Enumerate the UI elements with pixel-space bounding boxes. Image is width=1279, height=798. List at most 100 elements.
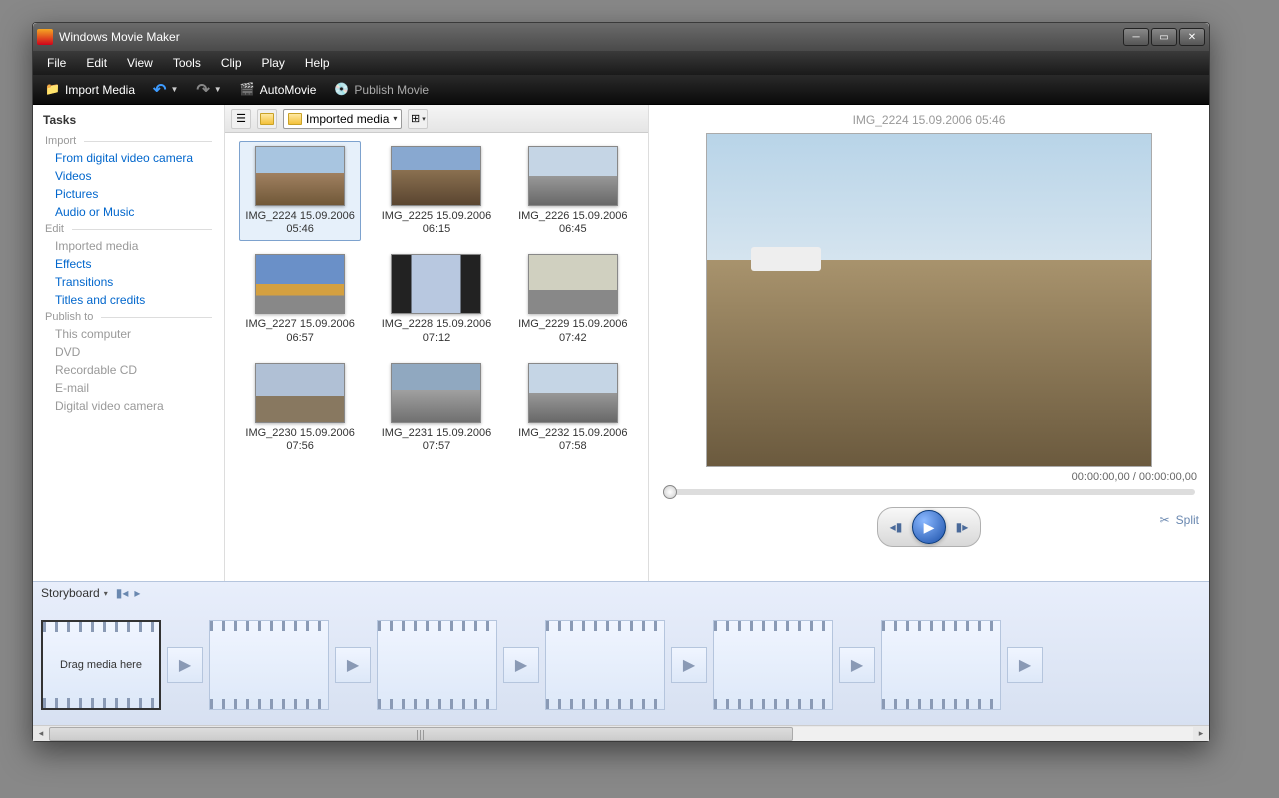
storyboard-clip-slot[interactable]: [881, 620, 1001, 710]
maximize-button[interactable]: ▭: [1151, 28, 1177, 46]
view-details-button[interactable]: ☰: [231, 109, 251, 129]
thumbnail-label: IMG_2227 15.09.2006 06:57: [245, 318, 355, 344]
thumbnail-item[interactable]: IMG_2232 15.09.2006 07:58: [512, 358, 634, 458]
thumbnail-item[interactable]: IMG_2224 15.09.2006 05:46: [239, 141, 361, 241]
app-title: Windows Movie Maker: [59, 30, 1123, 44]
menu-view[interactable]: View: [119, 54, 161, 72]
storyboard-clip-slot[interactable]: Drag media here: [41, 620, 161, 710]
menu-clip[interactable]: Clip: [213, 54, 250, 72]
split-button[interactable]: ✂ Split: [1158, 513, 1199, 527]
storyboard-transition-slot[interactable]: ▶: [335, 647, 371, 683]
play-button[interactable]: ▶: [912, 510, 946, 544]
preview-ground: [707, 260, 1151, 466]
thumbnail-image: [528, 363, 618, 423]
task-link-transitions[interactable]: Transitions: [33, 273, 224, 291]
split-label: Split: [1176, 513, 1199, 527]
import-media-label: Import Media: [65, 83, 135, 97]
thumbnail-image: [391, 254, 481, 314]
minimize-button[interactable]: ─: [1123, 28, 1149, 46]
task-link-e-mail: E-mail: [33, 379, 224, 397]
collection-panel: ☰ Imported media ▾ ⊞▾ IMG_2224 15.09.200…: [225, 105, 649, 581]
task-link-from-digital-video-camera[interactable]: From digital video camera: [33, 149, 224, 167]
task-link-pictures[interactable]: Pictures: [33, 185, 224, 203]
seek-thumb[interactable]: [663, 485, 677, 499]
menu-tools[interactable]: Tools: [165, 54, 209, 72]
redo-icon: ↷: [196, 80, 209, 100]
preview-video[interactable]: [706, 133, 1152, 467]
storyboard-transition-slot[interactable]: ▶: [1007, 647, 1043, 683]
storyboard-transition-slot[interactable]: ▶: [839, 647, 875, 683]
thumbnail-item[interactable]: IMG_2227 15.09.2006 06:57: [239, 249, 361, 349]
toolbar: 📁 Import Media ↶▼ ↷▼ 🎬 AutoMovie 💿 Publi…: [33, 75, 1209, 105]
menu-play[interactable]: Play: [254, 54, 293, 72]
folder-icon: [288, 113, 302, 125]
collection-dropdown[interactable]: Imported media ▾: [283, 109, 402, 129]
scroll-left-button[interactable]: ◂: [33, 727, 49, 741]
scroll-right-button[interactable]: ▸: [1193, 727, 1209, 741]
split-icon: ✂: [1158, 513, 1172, 527]
task-link-imported-media: Imported media: [33, 237, 224, 255]
task-link-videos[interactable]: Videos: [33, 167, 224, 185]
chevron-down-icon: ▾: [104, 589, 108, 598]
thumbnail-item[interactable]: IMG_2225 15.09.2006 06:15: [375, 141, 497, 241]
preview-object: [751, 247, 821, 271]
storyboard-transition-slot[interactable]: ▶: [167, 647, 203, 683]
thumbnail-item[interactable]: IMG_2226 15.09.2006 06:45: [512, 141, 634, 241]
scroll-thumb[interactable]: [49, 727, 793, 741]
storyboard-clip-slot[interactable]: [209, 620, 329, 710]
storyboard-track[interactable]: Drag media here▶▶▶▶▶▶: [33, 604, 1209, 725]
menu-edit[interactable]: Edit: [78, 54, 115, 72]
thumbnail-item[interactable]: IMG_2228 15.09.2006 07:12: [375, 249, 497, 349]
thumbnail-image: [528, 254, 618, 314]
storyboard-rewind-button[interactable]: ▮◂: [116, 586, 129, 600]
storyboard-nav: ▮◂ ▸: [116, 586, 141, 600]
storyboard-transition-slot[interactable]: ▶: [671, 647, 707, 683]
app-window: Windows Movie Maker ─ ▭ ✕ FileEditViewTo…: [32, 22, 1210, 742]
close-button[interactable]: ✕: [1179, 28, 1205, 46]
titlebar: Windows Movie Maker ─ ▭ ✕: [33, 23, 1209, 51]
publish-movie-label: Publish Movie: [354, 83, 429, 97]
storyboard-clip-slot[interactable]: [713, 620, 833, 710]
thumbnail-label: IMG_2225 15.09.2006 06:15: [381, 210, 491, 236]
chevron-down-icon: ▾: [393, 114, 397, 123]
storyboard-view-dropdown[interactable]: Storyboard ▾: [41, 586, 108, 600]
storyboard-clip-slot[interactable]: [545, 620, 665, 710]
scroll-grip: [417, 730, 425, 740]
undo-icon: ↶: [153, 80, 166, 100]
scroll-track[interactable]: [49, 727, 1193, 741]
redo-button[interactable]: ↷▼: [190, 78, 227, 102]
storyboard-play-button[interactable]: ▸: [134, 586, 140, 600]
publish-movie-button[interactable]: 💿 Publish Movie: [328, 80, 435, 100]
thumbnails-scroll[interactable]: IMG_2224 15.09.2006 05:46 IMG_2225 15.09.…: [225, 133, 648, 581]
collection-toolbar: ☰ Imported media ▾ ⊞▾: [225, 105, 648, 133]
thumbnail-item[interactable]: IMG_2229 15.09.2006 07:42: [512, 249, 634, 349]
task-link-digital-video-camera: Digital video camera: [33, 397, 224, 415]
thumbnail-label: IMG_2231 15.09.2006 07:57: [381, 427, 491, 453]
next-frame-button[interactable]: ▮▸: [950, 515, 974, 539]
automovie-button[interactable]: 🎬 AutoMovie: [234, 80, 323, 100]
menu-file[interactable]: File: [39, 54, 74, 72]
task-link-effects[interactable]: Effects: [33, 255, 224, 273]
new-folder-button[interactable]: [257, 109, 277, 129]
task-link-audio-or-music[interactable]: Audio or Music: [33, 203, 224, 221]
chevron-down-icon: ▼: [214, 85, 222, 94]
thumbnail-item[interactable]: IMG_2231 15.09.2006 07:57: [375, 358, 497, 458]
storyboard-clip-slot[interactable]: [377, 620, 497, 710]
tasks-panel: Tasks ImportFrom digital video cameraVid…: [33, 105, 225, 581]
prev-frame-button[interactable]: ◂▮: [884, 515, 908, 539]
thumbnail-image: [391, 363, 481, 423]
thumbnail-item[interactable]: IMG_2230 15.09.2006 07:56: [239, 358, 361, 458]
task-link-this-computer: This computer: [33, 325, 224, 343]
undo-button[interactable]: ↶▼: [147, 78, 184, 102]
chevron-down-icon: ▾: [422, 115, 426, 123]
transport-bg: ◂▮ ▶ ▮▸: [877, 507, 981, 547]
task-section-edit: Edit: [33, 221, 224, 237]
seek-bar[interactable]: [663, 489, 1195, 495]
import-media-button[interactable]: 📁 Import Media: [39, 80, 141, 100]
time-display: 00:00:00,00 / 00:00:00,00: [659, 467, 1199, 487]
view-options-button[interactable]: ⊞▾: [408, 109, 428, 129]
task-link-titles-and-credits[interactable]: Titles and credits: [33, 291, 224, 309]
menu-help[interactable]: Help: [297, 54, 338, 72]
automovie-icon: 🎬: [240, 82, 256, 98]
storyboard-transition-slot[interactable]: ▶: [503, 647, 539, 683]
